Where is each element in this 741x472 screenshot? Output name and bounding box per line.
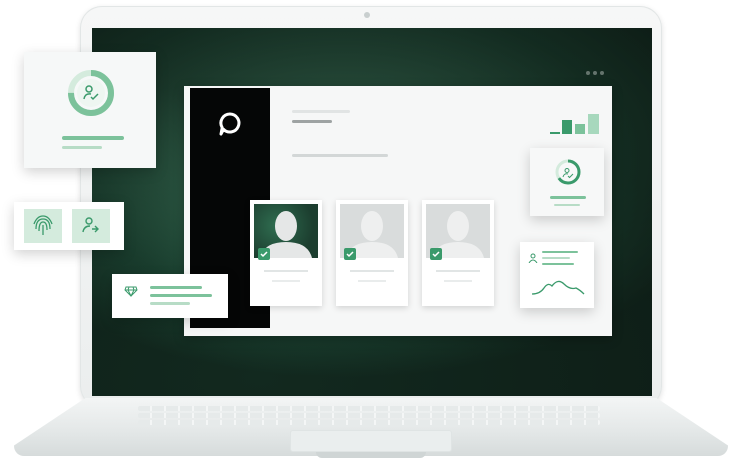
line-chart-icon: [530, 276, 586, 298]
check-icon: [258, 248, 270, 260]
profile-card[interactable]: [422, 200, 494, 306]
profile-card-selected[interactable]: [250, 200, 322, 306]
check-icon: [430, 248, 442, 260]
gem-card: [112, 274, 228, 318]
chat-bubble-icon: [216, 110, 244, 138]
gem-icon: [124, 284, 138, 298]
laptop-notch: [316, 452, 426, 458]
window-dots: [586, 62, 607, 80]
check-icon: [344, 248, 356, 260]
progress-card-small: [530, 148, 604, 216]
user-check-icon: [82, 84, 100, 102]
header-line: [292, 120, 332, 123]
progress-card: [24, 52, 156, 168]
header-line: [292, 110, 350, 113]
keyboard: [138, 404, 600, 428]
user-icon: [528, 250, 538, 264]
profile-card[interactable]: [336, 200, 408, 306]
bar-chart-mini: [546, 112, 606, 136]
camera: [364, 12, 370, 18]
header-line: [292, 154, 388, 157]
auth-options-card: [14, 202, 124, 250]
fingerprint-button[interactable]: [24, 209, 62, 243]
trackpad: [290, 430, 452, 452]
chart-card: [520, 242, 594, 308]
user-arrow-button[interactable]: [72, 209, 110, 243]
user-check-icon: [562, 166, 574, 179]
